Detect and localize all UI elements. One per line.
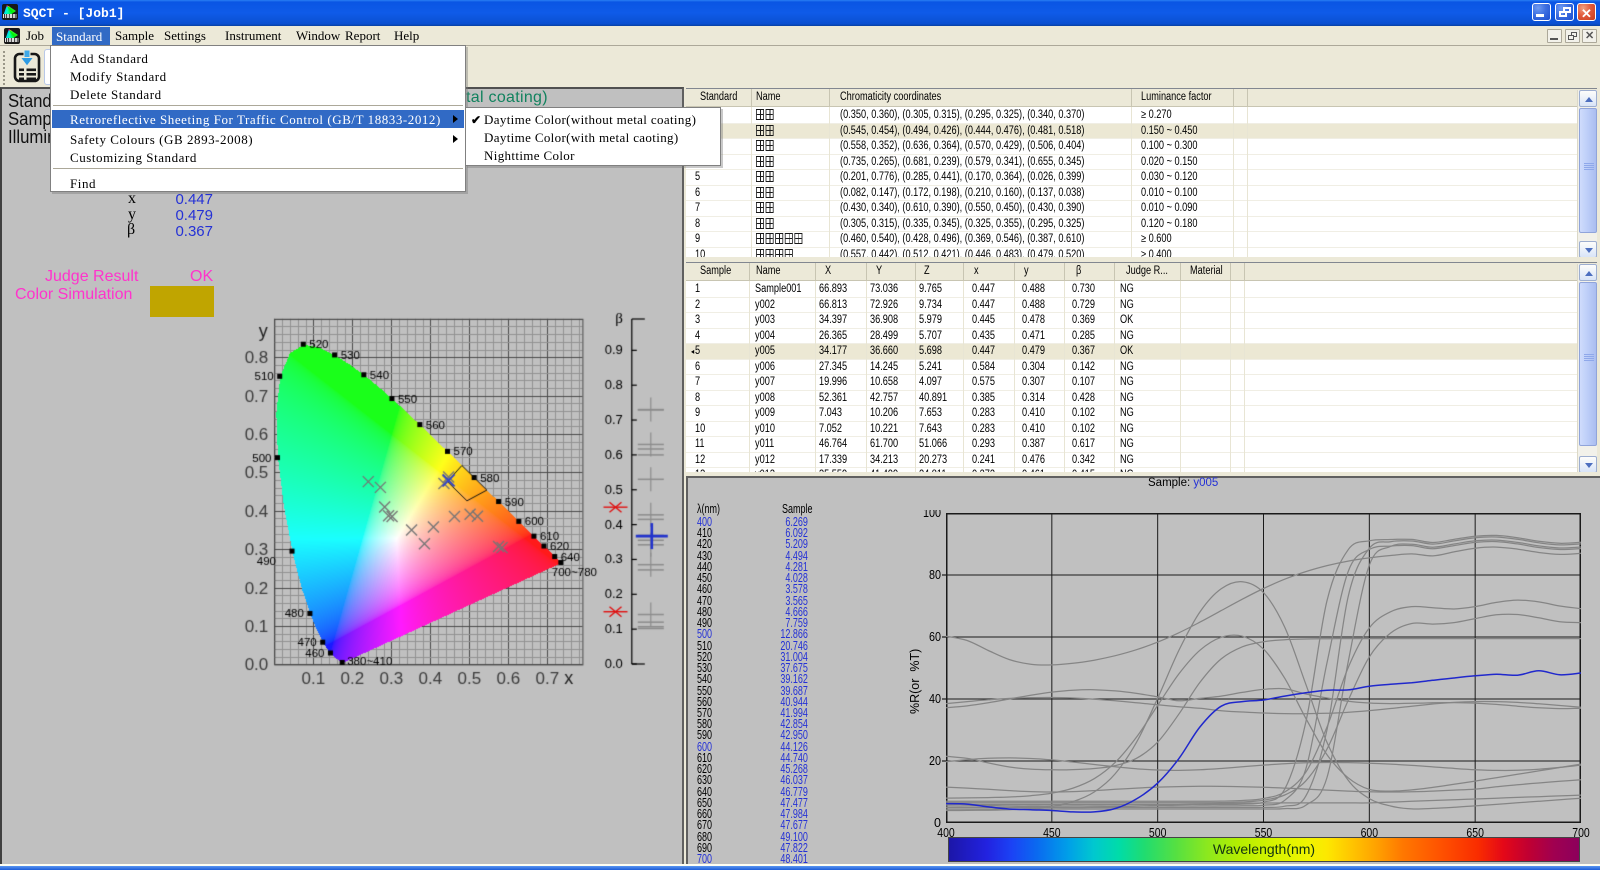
- svg-text:60: 60: [929, 630, 941, 644]
- svg-text:0: 0: [934, 816, 941, 830]
- svg-text:80: 80: [929, 568, 941, 582]
- svg-text:20: 20: [929, 754, 941, 768]
- svg-text:40: 40: [929, 692, 941, 706]
- svg-text:100: 100: [923, 510, 941, 520]
